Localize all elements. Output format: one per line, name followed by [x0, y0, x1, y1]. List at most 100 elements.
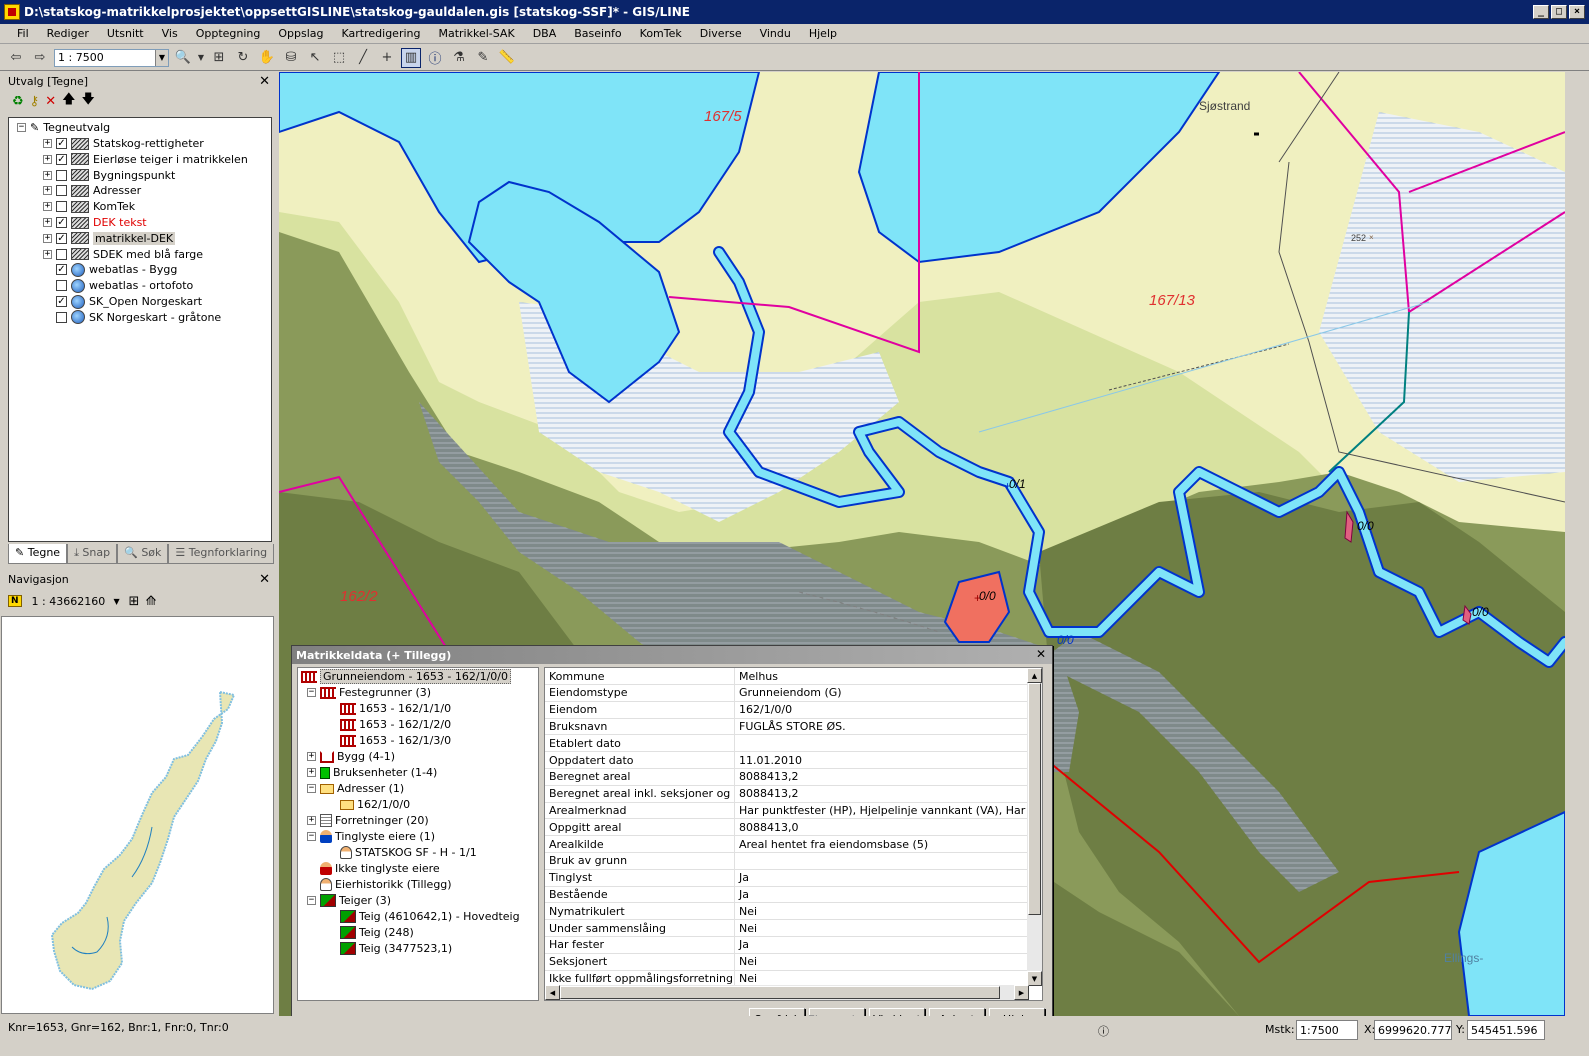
menu-dba[interactable]: DBA — [524, 27, 566, 40]
key-icon[interactable]: ⚷ — [30, 94, 40, 109]
fence-tool-icon[interactable]: ▥ — [401, 47, 421, 68]
grid-row[interactable]: Tinglyst Ja — [545, 869, 1029, 887]
expand-icon[interactable]: + — [43, 154, 52, 164]
layer-item[interactable]: webatlas - ortofoto — [43, 278, 193, 293]
grid-row[interactable]: Under sammenslåing Nei — [545, 920, 1029, 937]
tab-tegnforklaring[interactable]: ☰ Tegnforklaring — [168, 544, 275, 564]
layer-checkbox[interactable]: ✓ — [56, 264, 67, 276]
tab-snap[interactable]: ⤓ Snap — [67, 544, 118, 564]
menu-rediger[interactable]: Rediger — [38, 27, 98, 40]
grid-row[interactable]: Bruksnavn FUGLÅS STORE ØS. — [545, 718, 1029, 736]
navigate-icon[interactable]: ⟰ — [145, 594, 156, 609]
collapse-icon[interactable]: − — [307, 784, 316, 793]
tree-node-tinglyste[interactable]: − Tinglyste eiere (1) — [307, 829, 435, 844]
grid-row[interactable]: Bestående Ja — [545, 886, 1029, 904]
menu-vis[interactable]: Vis — [153, 27, 187, 40]
layer-item[interactable]: + ✓ Statskog-rettigheter — [43, 136, 204, 151]
layer-checkbox[interactable] — [56, 169, 67, 181]
scroll-down-icon[interactable]: ▼ — [1027, 971, 1042, 986]
tab-sok[interactable]: 🔍 Søk — [117, 544, 169, 564]
layer-checkbox[interactable] — [56, 185, 67, 197]
grid-row[interactable]: Nymatrikulert Nei — [545, 903, 1029, 921]
scroll-up-icon[interactable]: ▲ — [1027, 668, 1042, 683]
collapse-icon[interactable]: − — [17, 123, 26, 132]
layer-checkbox[interactable]: ✓ — [56, 138, 67, 149]
layer-item[interactable]: + Bygningspunkt — [43, 168, 175, 183]
refresh-icon[interactable]: ↻ — [233, 48, 253, 68]
select-arrow-icon[interactable]: ↖ — [305, 48, 325, 68]
menu-hjelp[interactable]: Hjelp — [800, 27, 846, 40]
tree-node-feste[interactable]: 1653 - 162/1/2/0 — [340, 717, 451, 732]
grid-row[interactable]: Eiendom 162/1/0/0 — [545, 701, 1029, 719]
maximize-button[interactable]: □ — [1551, 5, 1567, 19]
back-arrow-icon[interactable]: ⇦ — [6, 48, 26, 68]
map-scrollbar[interactable] — [1565, 72, 1589, 1016]
chevron-down-icon[interactable]: ▼ — [155, 49, 168, 66]
expand-icon[interactable]: + — [43, 218, 52, 227]
close-button[interactable]: × — [1569, 5, 1585, 19]
tree-node-grunneiendom[interactable]: Grunneiendom - 1653 - 162/1/0/0 — [301, 669, 511, 684]
mstk-field[interactable]: 1:7500 — [1296, 1020, 1358, 1040]
layer-checkbox[interactable] — [56, 311, 67, 323]
forward-arrow-icon[interactable]: ⇨ — [30, 48, 50, 68]
zoom-extent-icon[interactable]: ⊞ — [129, 594, 140, 609]
layer-item[interactable]: ✓ webatlas - Bygg — [43, 262, 177, 277]
layer-checkbox[interactable] — [56, 248, 67, 260]
scroll-left-icon[interactable]: ◀ — [545, 985, 560, 1000]
menu-kartredigering[interactable]: Kartredigering — [333, 27, 430, 40]
tree-root[interactable]: − ✎ Tegneutvalg — [17, 120, 110, 135]
delete-icon[interactable]: ✕ — [45, 94, 56, 109]
y-coordinate-field[interactable]: 545451.596 — [1467, 1020, 1545, 1040]
grid-row[interactable]: Arealkilde Areal hentet fra eiendomsbase … — [545, 836, 1029, 853]
grid-row[interactable]: Oppdatert dato 11.01.2010 — [545, 752, 1029, 769]
tree-node-teig[interactable]: Teig (3477523,1) — [340, 941, 452, 956]
layer-item[interactable]: + ✓ DEK tekst — [43, 215, 147, 230]
measure-icon[interactable]: ✎ — [473, 48, 493, 68]
collapse-icon[interactable]: − — [307, 688, 316, 697]
close-icon[interactable]: ✕ — [259, 74, 270, 89]
chevron-down-icon[interactable]: ▼ — [111, 597, 123, 606]
tree-node-festegrunner[interactable]: − Festegrunner (3) — [307, 685, 431, 700]
grid-row[interactable]: Etablert dato — [545, 735, 1029, 753]
menu-vindu[interactable]: Vindu — [751, 27, 800, 40]
scroll-thumb[interactable] — [1028, 683, 1041, 915]
draw-line-icon[interactable]: ╱ — [353, 48, 373, 68]
grid-row[interactable]: Beregnet areal inkl. seksjoner og fester… — [545, 785, 1029, 803]
info-icon[interactable]: ⓘ — [425, 48, 445, 68]
grid-row[interactable]: Har fester Ja — [545, 936, 1029, 954]
menu-diverse[interactable]: Diverse — [691, 27, 751, 40]
expand-icon[interactable]: + — [43, 170, 52, 180]
expand-icon[interactable]: + — [43, 139, 52, 148]
minimize-button[interactable]: _ — [1533, 5, 1549, 19]
grid-horizontal-scrollbar[interactable]: ◀ ▶ — [545, 985, 1029, 1000]
tree-node-historikk[interactable]: Eierhistorikk (Tillegg) — [320, 877, 452, 892]
expand-icon[interactable]: + — [43, 186, 52, 196]
layer-item[interactable]: SK Norgeskart - gråtone — [43, 310, 221, 325]
refresh-layers-icon[interactable]: ♻ — [12, 94, 24, 109]
menu-oppslag[interactable]: Oppslag — [269, 27, 332, 40]
pan-hand-icon[interactable]: ✋ — [257, 48, 277, 68]
tree-node-bygg[interactable]: + Bygg (4-1) — [307, 749, 395, 764]
select-box-icon[interactable]: ⬚ — [329, 48, 349, 68]
collapse-icon[interactable]: − — [307, 896, 316, 905]
tree-node-eier[interactable]: STATSKOG SF - H - 1/1 — [340, 845, 477, 860]
tree-node-feste[interactable]: 1653 - 162/1/1/0 — [340, 701, 451, 716]
tab-tegne[interactable]: ✎ Tegne — [8, 544, 68, 564]
tree-node-teig[interactable]: Teig (4610642,1) - Hovedteig — [340, 909, 520, 924]
menu-fil[interactable]: Fil — [8, 27, 38, 40]
layer-checkbox[interactable]: ✓ — [56, 296, 67, 307]
expand-icon[interactable]: + — [307, 752, 316, 761]
layer-checkbox[interactable] — [56, 201, 67, 213]
crosshair-icon[interactable]: + — [377, 48, 397, 68]
layer-item[interactable]: + KomTek — [43, 199, 135, 214]
scroll-thumb[interactable] — [560, 986, 1000, 999]
x-coordinate-field[interactable]: 6999620.777 — [1374, 1020, 1452, 1040]
layer-item[interactable]: + ✓ matrikkel-DEK — [43, 231, 176, 246]
grid-row[interactable]: Bruk av grunn — [545, 852, 1029, 870]
wizard-icon[interactable]: ⚗ — [449, 48, 469, 68]
layer-checkbox[interactable]: ✓ — [56, 153, 67, 165]
grid-row[interactable]: Seksjonert Nei — [545, 953, 1029, 971]
menu-opptegning[interactable]: Opptegning — [187, 27, 270, 40]
layer-checkbox[interactable]: ✓ — [56, 217, 67, 228]
grid-row[interactable]: Kommune Melhus — [545, 668, 1029, 685]
